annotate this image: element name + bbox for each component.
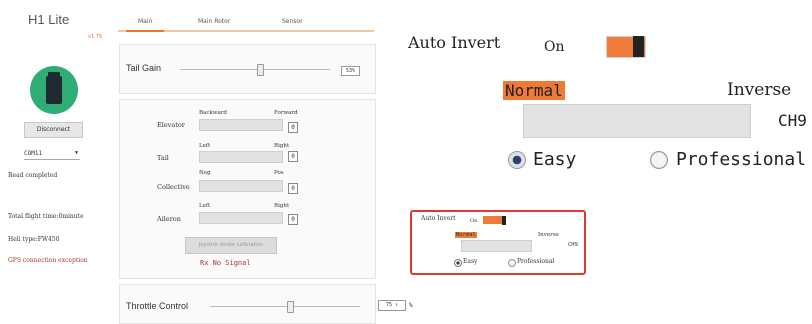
- professional-radio[interactable]: [650, 151, 668, 169]
- spinner-icon: ⇕: [395, 302, 399, 308]
- collective-value: 0: [288, 183, 298, 194]
- elevator-bar: [199, 119, 283, 131]
- tail-value: 0: [288, 151, 298, 162]
- com-port-select[interactable]: COM11 ▼: [24, 148, 80, 160]
- disconnect-button[interactable]: Disconnect: [24, 122, 83, 138]
- auto-invert-title: Auto Invert: [408, 33, 501, 52]
- invert-channel-bar: [523, 104, 751, 138]
- rx-status: Rx No Signal: [200, 259, 251, 267]
- collective-left-label: Neg: [199, 170, 211, 176]
- tab-sensor[interactable]: Sensor: [282, 18, 303, 25]
- professional-label: Professional: [676, 149, 807, 170]
- collective-right-label: Pos: [274, 170, 284, 176]
- elevator-right-label: Forward: [274, 110, 298, 116]
- tab-active-indicator: [126, 30, 164, 32]
- tab-main-rotor[interactable]: Main Rotor: [198, 18, 230, 25]
- aileron-left-label: Left: [199, 203, 211, 209]
- device-icon: [30, 66, 78, 114]
- tail-bar: [199, 151, 283, 163]
- easy-label-small: Easy: [463, 258, 478, 265]
- throttle-slider[interactable]: [210, 306, 360, 307]
- gps-status: GPS connection exception: [8, 257, 88, 264]
- auto-invert-title-small: Auto Invert: [421, 215, 456, 222]
- auto-invert-state-small: On: [470, 218, 478, 224]
- easy-radio-small[interactable]: [454, 259, 462, 267]
- aileron-value: 0: [288, 214, 298, 225]
- tab-main[interactable]: Main: [138, 18, 152, 25]
- collective-label: Collective: [157, 183, 190, 191]
- sidebar: [0, 0, 112, 322]
- collective-bar: [199, 180, 283, 192]
- throttle-label: Throttle Control: [126, 301, 189, 311]
- invert-channel-bar-small: [461, 240, 532, 252]
- throttle-value[interactable]: 75 ⇕: [378, 300, 406, 311]
- inverse-label-small: Inverse: [538, 232, 559, 238]
- aileron-right-label: Right: [274, 203, 290, 209]
- channel-label-small: CH9: [568, 242, 578, 248]
- tail-gain-slider-thumb[interactable]: [257, 64, 264, 76]
- normal-label-small: Normal: [455, 232, 477, 238]
- inverse-label: Inverse: [727, 80, 792, 100]
- com-port-value: COM11: [24, 150, 43, 157]
- channel-label: CH9: [778, 111, 807, 130]
- tail-gain-label: Tail Gain: [126, 63, 162, 73]
- professional-label-small: Professional: [517, 258, 555, 265]
- throttle-unit: %: [409, 302, 413, 309]
- auto-invert-toggle-knob: [633, 36, 644, 57]
- elevator-label: Elevator: [157, 121, 185, 129]
- auto-invert-state: On: [544, 39, 565, 55]
- aileron-bar: [199, 212, 283, 224]
- flight-time: Total flight time:0minute: [8, 213, 84, 220]
- joystick-calibration-button[interactable]: Joystick stroke calibration: [185, 237, 277, 254]
- tail-gain-value[interactable]: 53%: [341, 66, 360, 76]
- normal-label: Normal: [503, 81, 565, 100]
- read-status: Read completed: [8, 172, 58, 179]
- easy-radio[interactable]: [508, 151, 526, 169]
- tail-right-label: Right: [274, 143, 290, 149]
- heli-type: Heli type:FW450: [8, 236, 60, 243]
- tail-left-label: Left: [199, 143, 211, 149]
- chevron-down-icon: ▼: [74, 150, 78, 156]
- throttle-slider-thumb[interactable]: [287, 301, 294, 313]
- elevator-value: 0: [288, 122, 298, 133]
- elevator-left-label: Backward: [199, 110, 227, 116]
- app-title: H1 Lite: [28, 12, 70, 27]
- professional-radio-small[interactable]: [508, 259, 516, 267]
- app-version: v1.75: [88, 34, 103, 40]
- throttle-value-text: 75: [385, 302, 392, 308]
- auto-invert-toggle-knob-small: [502, 216, 506, 225]
- easy-label: Easy: [533, 149, 577, 170]
- aileron-label: Aileron: [157, 215, 181, 223]
- tail-gain-slider[interactable]: [180, 69, 330, 70]
- tail-label: Tail: [157, 154, 169, 162]
